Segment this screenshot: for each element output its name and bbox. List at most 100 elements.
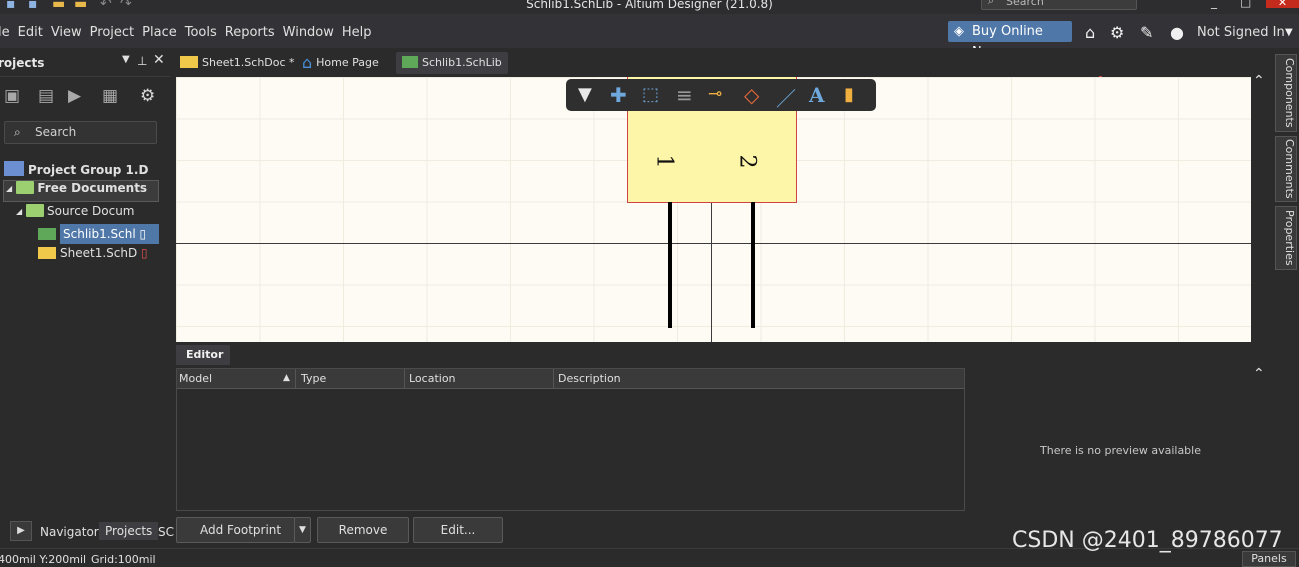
- chevron-down-icon[interactable]: ▼: [1285, 27, 1293, 38]
- filter-icon[interactable]: ▼: [578, 84, 592, 105]
- menu-help[interactable]: Help: [338, 25, 376, 40]
- tab-sheet1-schdoc[interactable]: Sheet1.SchDoc *: [180, 52, 295, 74]
- close-button[interactable]: ✕: [1266, 0, 1299, 9]
- cursor-coordinates: 400mil Y:200mil: [0, 553, 87, 566]
- menu-place[interactable]: Place: [138, 25, 181, 40]
- tab-scroll-right-icon[interactable]: ▶: [10, 521, 32, 541]
- title-bar: ▪ ▪ ▬ ▬ ↶ ↷ Schlib1.SchLib - Altium Desi…: [0, 0, 1299, 14]
- grid-size: Grid:100mil: [91, 553, 156, 566]
- buy-online-button[interactable]: ◈ Buy Online Now: [948, 21, 1072, 60]
- tree-free-documents-label: Free Documents: [37, 181, 148, 195]
- expand-arrow-icon[interactable]: ◢: [6, 184, 12, 193]
- crosshair-horizontal: [176, 243, 1251, 244]
- pin-2[interactable]: [751, 202, 755, 328]
- expand-arrow-icon[interactable]: ◢: [16, 207, 22, 216]
- line-icon[interactable]: ／: [776, 83, 796, 112]
- tab-properties[interactable]: Properties: [1275, 206, 1297, 270]
- edit-button[interactable]: Edit...: [413, 517, 503, 543]
- tab-sc[interactable]: SC: [158, 525, 174, 539]
- editor-tab[interactable]: Editor: [176, 345, 230, 365]
- tab-schlib1[interactable]: Schlib1.SchLib: [396, 52, 508, 74]
- tab-projects[interactable]: Projects: [99, 522, 159, 540]
- column-divider[interactable]: [553, 369, 554, 388]
- move-icon[interactable]: ✚: [610, 83, 627, 107]
- collapse-up-icon[interactable]: ⌃: [1253, 73, 1265, 89]
- align-icon[interactable]: ≡: [676, 83, 693, 107]
- menu-view[interactable]: View: [47, 25, 86, 40]
- search-icon: ⌕: [988, 0, 995, 7]
- pin-1-label: 1: [651, 154, 677, 169]
- column-divider[interactable]: [295, 369, 296, 388]
- place-pin-icon[interactable]: ⊸: [708, 84, 722, 104]
- options-icon[interactable]: ▦: [102, 86, 118, 106]
- panel-menu-icon[interactable]: ▼: [122, 54, 130, 65]
- menu-window[interactable]: Window: [279, 25, 338, 40]
- tree-schlib-file[interactable]: Schlib1.Schl ▯: [38, 224, 159, 244]
- tab-sheet1-label: Sheet1.SchDoc *: [202, 56, 295, 69]
- tab-home-page[interactable]: ⌂ Home Page: [302, 52, 379, 74]
- gear-icon[interactable]: ⚙: [1110, 23, 1124, 42]
- tree-project-group-label: Project Group 1.D: [28, 163, 149, 177]
- document-tabs: Sheet1.SchDoc * ⌂ Home Page Schlib1.SchLi…: [170, 48, 1270, 76]
- menu-file[interactable]: le: [0, 25, 14, 40]
- projects-panel-title: rojects: [0, 56, 45, 70]
- col-type[interactable]: Type: [301, 372, 326, 385]
- tree-source-documents[interactable]: ◢ Source Docum: [16, 204, 135, 218]
- col-description[interactable]: Description: [558, 372, 621, 385]
- menu-edit[interactable]: Edit: [14, 25, 47, 40]
- projects-search-input[interactable]: ⌕ Search: [4, 121, 157, 144]
- minimize-button[interactable]: _: [1211, 0, 1217, 9]
- add-footprint-button[interactable]: Add Footprint: [176, 517, 295, 543]
- select-area-icon[interactable]: ⬚: [642, 84, 659, 105]
- schlib-file-icon: [38, 228, 56, 240]
- col-location[interactable]: Location: [409, 372, 456, 385]
- project-group-icon: [4, 161, 24, 176]
- close-panel-icon[interactable]: ✕: [153, 52, 165, 68]
- pin-icon[interactable]: ⊥: [137, 54, 147, 68]
- component-icon[interactable]: ▮: [844, 84, 854, 105]
- fill-icon[interactable]: ◇: [744, 83, 759, 107]
- tab-components[interactable]: Components: [1275, 54, 1297, 132]
- sign-in-status[interactable]: Not Signed In: [1197, 25, 1285, 40]
- projects-panel: rojects ▼ ⊥ ✕ ▣ ▤ ▶ ▦ ⚙ ⌕ Search Project…: [0, 48, 170, 520]
- account-icon[interactable]: ●: [1170, 23, 1184, 42]
- text-icon[interactable]: A: [809, 83, 825, 107]
- compile-icon[interactable]: ▶: [68, 86, 81, 106]
- col-model[interactable]: Model: [179, 372, 212, 385]
- schdoc-file-icon: [38, 247, 56, 259]
- menu-tools[interactable]: Tools: [181, 25, 221, 40]
- tree-project-group[interactable]: Project Group 1.D: [4, 161, 148, 177]
- pin-1[interactable]: [668, 202, 672, 328]
- copy-project-icon[interactable]: ▤: [38, 86, 54, 106]
- sort-ascending-icon[interactable]: ▲: [283, 373, 290, 383]
- folder-icon: [16, 181, 35, 194]
- tree-free-documents[interactable]: ◢ Free Documents: [3, 180, 159, 202]
- home-icon[interactable]: ⌂: [1085, 23, 1095, 42]
- remove-button[interactable]: Remove: [317, 517, 409, 543]
- visibility-off-icon[interactable]: ✎: [1140, 23, 1153, 42]
- tab-navigator[interactable]: Navigator: [40, 525, 99, 539]
- save-project-icon[interactable]: ▣: [4, 86, 20, 106]
- tree-schlib-label: Schlib1.Schl: [63, 227, 136, 241]
- shield-icon: ◈: [954, 24, 964, 39]
- tab-comments[interactable]: Comments: [1275, 136, 1297, 202]
- schdoc-file-icon: [180, 56, 198, 68]
- projects-search-placeholder: Search: [35, 125, 77, 139]
- chevron-down-icon: ▼: [299, 525, 306, 535]
- menu-reports[interactable]: Reports: [221, 25, 279, 40]
- schematic-canvas[interactable]: 1 2 ▼ ✚ ⬚ ≡ ⊸ ◇ ／ A ▮: [176, 77, 1251, 342]
- projects-toolbar: ▣ ▤ ▶ ▦ ⚙: [0, 78, 170, 112]
- collapse-up-icon[interactable]: ⌃: [1253, 366, 1265, 382]
- gear-icon[interactable]: ⚙: [140, 86, 155, 106]
- tree-sheet-label: Sheet1.SchD: [60, 246, 138, 260]
- tree-sheet-file[interactable]: Sheet1.SchD ▯: [38, 246, 148, 260]
- search-icon: ⌕: [14, 125, 21, 139]
- global-search-input[interactable]: ⌕ Search: [981, 0, 1137, 10]
- footprint-model-table: Model ▲ Type Location Description: [176, 368, 965, 511]
- document-icon: ▯: [139, 227, 147, 241]
- maximize-button[interactable]: □: [1240, 0, 1251, 9]
- column-divider[interactable]: [404, 369, 405, 388]
- add-footprint-dropdown[interactable]: ▼: [294, 517, 311, 543]
- tab-schlib1-label: Schlib1.SchLib: [422, 56, 502, 69]
- menu-project[interactable]: Project: [86, 25, 138, 40]
